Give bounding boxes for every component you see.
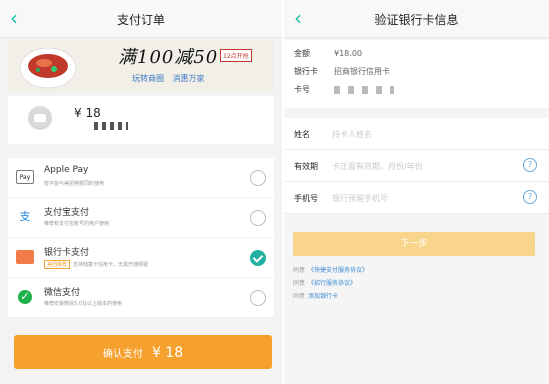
- method-name: 支付宝支付: [44, 208, 90, 218]
- order-summary: ¥ 18: [8, 96, 274, 144]
- payment-order-panel: ‹ 支付订单 满100减50 12点开抢 玩转商圈 消惠万家 ¥ 18 Pay …: [0, 0, 282, 384]
- method-desc: 推荐安装微信5.0及以上版本的使用: [44, 301, 122, 307]
- payment-method-list: Pay Apple Pay 暂不能与美团券额同时使用 支 支付宝支付 推荐有支付…: [8, 158, 274, 318]
- agreement-1: 同意 《快捷支付服务协议》: [293, 265, 368, 274]
- order-amount: ¥ 18: [74, 106, 101, 120]
- method-apple-pay[interactable]: Pay Apple Pay 暂不能与美团券额同时使用: [8, 158, 274, 198]
- masked-card-number: [334, 85, 394, 94]
- method-name: 银行卡支付: [44, 248, 90, 258]
- agree-prefix: 同意: [293, 280, 306, 287]
- promo-subline: 玩转商圈 消惠万家: [126, 73, 205, 84]
- bank-card-icon: [16, 250, 34, 264]
- nav-bar: ‹ 验证银行卡信息: [284, 0, 549, 38]
- cardholder-name-input[interactable]: [332, 125, 512, 143]
- name-label: 姓名: [294, 130, 310, 139]
- promo-banner[interactable]: 满100减50 12点开抢 玩转商圈 消惠万家: [8, 40, 274, 92]
- verify-form: 姓名 有效期 ? 手机号 ?: [284, 118, 549, 214]
- screen: ‹ 支付订单 满100减50 12点开抢 玩转商圈 消惠万家 ¥ 18 Pay …: [0, 0, 549, 384]
- agreement-link[interactable]: 添加银行卡: [308, 293, 338, 300]
- expiry-input[interactable]: [332, 157, 512, 175]
- method-bank-card[interactable]: 银行卡支付 美团推荐 支持储蓄卡信用卡，无需开通网银: [8, 238, 274, 278]
- name-row: 姓名: [284, 118, 549, 150]
- method-name: 微信支付: [44, 288, 81, 298]
- promo-tag: 12点开抢: [220, 49, 252, 62]
- expiry-label: 有效期: [294, 162, 318, 171]
- bankcard-value: 招商银行信用卡: [334, 67, 390, 76]
- method-desc: 暂不能与美团券额同时使用: [44, 181, 105, 187]
- promo-headline: 满100减50: [118, 47, 219, 68]
- amount-label: 金额: [294, 49, 310, 58]
- next-step-button[interactable]: 下一步: [293, 232, 535, 256]
- method-radio-selected[interactable]: [250, 250, 266, 266]
- apple-pay-icon: Pay: [16, 170, 34, 184]
- question-icon[interactable]: ?: [523, 190, 537, 204]
- recommend-badge: 美团推荐: [44, 260, 71, 269]
- question-icon[interactable]: ?: [523, 158, 537, 172]
- method-name: Apple Pay: [44, 165, 89, 175]
- method-desc: 推荐有支付宝账号的用户使用: [44, 221, 110, 227]
- method-radio[interactable]: [250, 170, 266, 186]
- verify-card-panel: ‹ 验证银行卡信息 金额 ¥18.00 银行卡 招商银行信用卡 卡号 姓名 有效期 …: [284, 0, 549, 384]
- dish-image: [19, 47, 77, 89]
- page-title: 支付订单: [116, 13, 165, 27]
- merchant-logo-icon: [28, 106, 52, 130]
- cardno-row: 卡号: [294, 84, 394, 95]
- card-info-summary: 金额 ¥18.00 银行卡 招商银行信用卡 卡号: [284, 40, 549, 108]
- amount-row: 金额 ¥18.00: [294, 48, 362, 59]
- method-radio[interactable]: [250, 210, 266, 226]
- method-wechat-pay[interactable]: ✓ 微信支付 推荐安装微信5.0及以上版本的使用: [8, 278, 274, 318]
- bankcard-label: 银行卡: [294, 67, 318, 76]
- promo-sub-2: 消惠万家: [172, 74, 205, 83]
- agreement-link[interactable]: 《招行服务协议》: [308, 280, 356, 287]
- method-alipay[interactable]: 支 支付宝支付 推荐有支付宝账号的用户使用: [8, 198, 274, 238]
- bankcard-row: 银行卡 招商银行信用卡: [294, 66, 390, 77]
- agree-prefix: 同意: [293, 267, 306, 274]
- method-radio[interactable]: [250, 290, 266, 306]
- masked-merchant-name: [94, 122, 128, 130]
- phone-input[interactable]: [332, 189, 512, 207]
- agreement-link[interactable]: 《快捷支付服务协议》: [308, 267, 368, 274]
- confirm-amount: ¥ 18: [151, 345, 184, 361]
- promo-sub-1: 玩转商圈: [132, 74, 164, 83]
- phone-row: 手机号 ?: [284, 182, 549, 214]
- confirm-pay-button[interactable]: 确认支付 ¥ 18: [14, 335, 272, 369]
- agreement-2: 同意 《招行服务协议》: [293, 278, 356, 287]
- agreement-3: 同意 添加银行卡: [293, 291, 338, 300]
- amount-value: ¥18.00: [334, 49, 362, 58]
- nav-bar: ‹ 支付订单: [0, 0, 282, 38]
- method-desc-text: 支持储蓄卡信用卡，无需开通网银: [73, 262, 149, 268]
- phone-label: 手机号: [294, 194, 318, 203]
- agree-prefix: 同意: [293, 293, 306, 300]
- method-desc: 美团推荐 支持储蓄卡信用卡，无需开通网银: [44, 260, 148, 269]
- expiry-row: 有效期 ?: [284, 150, 549, 182]
- confirm-label: 确认支付: [102, 349, 143, 360]
- cardno-label: 卡号: [294, 85, 310, 94]
- page-title: 验证银行卡信息: [374, 13, 459, 27]
- alipay-icon: 支: [19, 210, 31, 223]
- wechat-pay-icon: ✓: [18, 290, 32, 304]
